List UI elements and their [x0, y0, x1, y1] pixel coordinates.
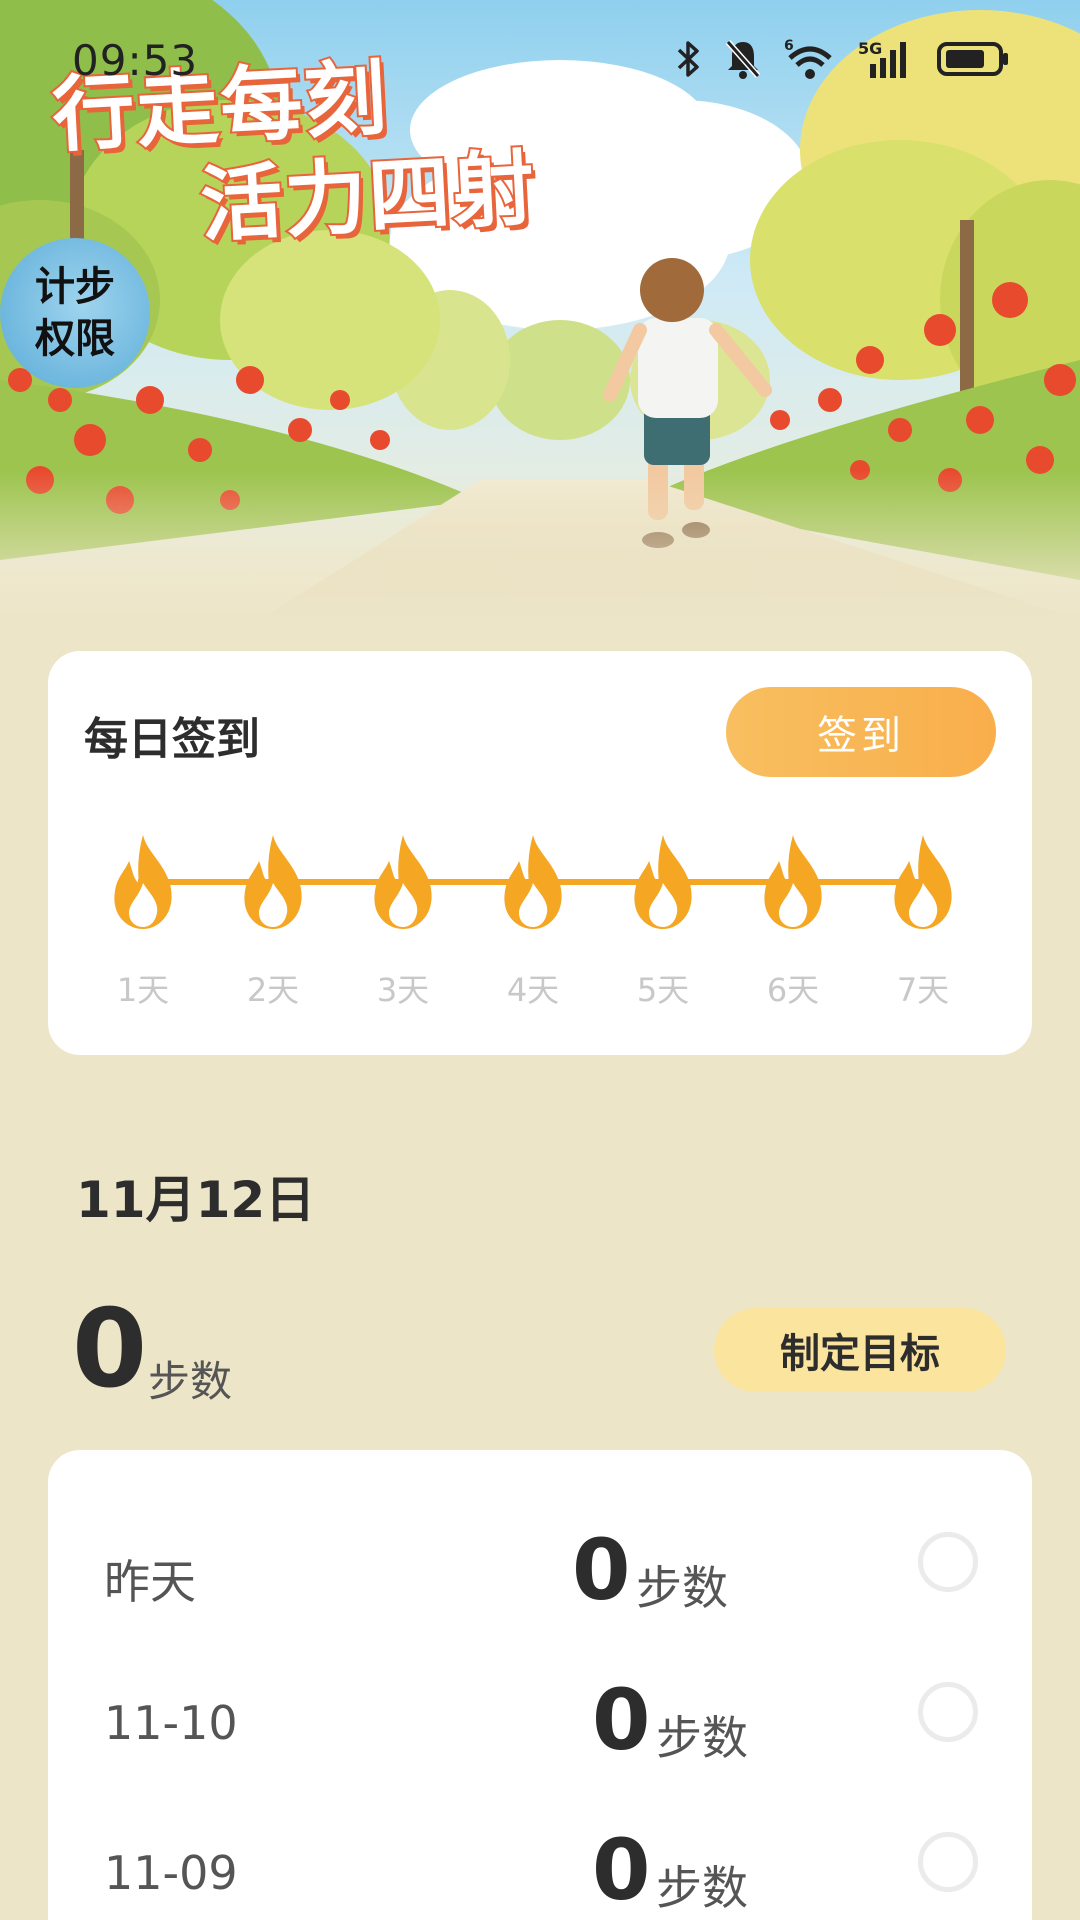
daily-checkin-card: 每日签到 签到 1天 2天 3天 4天 5天 6天 7天 — [48, 651, 1032, 1055]
battery-icon — [936, 39, 1010, 79]
flame-icon — [878, 831, 968, 931]
flame-icon — [228, 831, 318, 931]
today-steps-count: 0 — [72, 1287, 148, 1412]
today-steps-unit: 步数 — [148, 1357, 233, 1406]
bluetooth-icon — [676, 39, 702, 79]
history-steps-count: 0 — [592, 1671, 651, 1769]
step-history-card: 昨天 0 步数 11-10 0 步数 11-09 0 步数 — [48, 1450, 1032, 1920]
history-date: 昨天 — [104, 1555, 196, 1609]
history-steps-unit: 步数 — [636, 1561, 728, 1615]
checkin-day-3: 3天 — [358, 831, 448, 1011]
history-date: 11-10 — [104, 1696, 238, 1750]
history-row: 昨天 0 步数 — [48, 1510, 1032, 1630]
history-row: 11-10 0 步数 — [48, 1660, 1032, 1780]
day-label: 6天 — [766, 971, 820, 1009]
step-permission-badge[interactable]: 计步 权限 — [0, 238, 150, 388]
day-label: 5天 — [636, 971, 690, 1009]
day-label: 3天 — [376, 971, 430, 1009]
today-date: 11月12日 — [76, 1171, 316, 1229]
wifi-label: 6 — [784, 38, 794, 54]
history-steps-count: 0 — [592, 1821, 651, 1919]
checkin-streak: 1天 2天 3天 4天 5天 6天 7天 — [98, 831, 978, 1011]
history-select-radio[interactable] — [918, 1532, 978, 1592]
history-row: 11-09 0 步数 — [48, 1810, 1032, 1920]
day-label: 1天 — [116, 971, 170, 1009]
flame-icon — [488, 831, 578, 931]
permission-badge-line2: 权限 — [35, 316, 115, 362]
permission-badge-line1: 计步 — [35, 264, 115, 310]
history-select-radio[interactable] — [918, 1682, 978, 1742]
checkin-button[interactable]: 签到 — [726, 687, 996, 777]
bell-muted-icon — [724, 38, 762, 80]
wifi-icon: 6 — [784, 38, 836, 80]
status-bar: 09:53 6 5G — [0, 0, 1080, 120]
checkin-day-4: 4天 — [488, 831, 578, 1011]
status-icons: 6 5G — [676, 34, 1010, 84]
history-steps-unit: 步数 — [656, 1711, 748, 1765]
cellular-5g-icon: 5G — [858, 38, 914, 80]
slogan-line-2: 活力四射 — [196, 139, 541, 255]
checkin-day-1: 1天 — [98, 831, 188, 1011]
flame-icon — [98, 831, 188, 931]
status-time: 09:53 — [72, 36, 199, 85]
checkin-title: 每日签到 — [84, 714, 260, 765]
history-select-radio[interactable] — [918, 1832, 978, 1892]
history-steps-count: 0 — [572, 1521, 631, 1619]
day-label: 7天 — [896, 971, 950, 1009]
checkin-day-7: 7天 — [878, 831, 968, 1011]
flame-icon — [618, 831, 708, 931]
checkin-day-2: 2天 — [228, 831, 318, 1011]
checkin-day-6: 6天 — [748, 831, 838, 1011]
flame-icon — [358, 831, 448, 931]
flame-icon — [748, 831, 838, 931]
network-label: 5G — [858, 39, 882, 58]
checkin-day-5: 5天 — [618, 831, 708, 1011]
day-label: 2天 — [246, 971, 300, 1009]
history-steps-unit: 步数 — [656, 1861, 748, 1915]
history-date: 11-09 — [104, 1846, 238, 1900]
set-goal-button[interactable]: 制定目标 — [714, 1308, 1006, 1392]
day-label: 4天 — [506, 971, 560, 1009]
